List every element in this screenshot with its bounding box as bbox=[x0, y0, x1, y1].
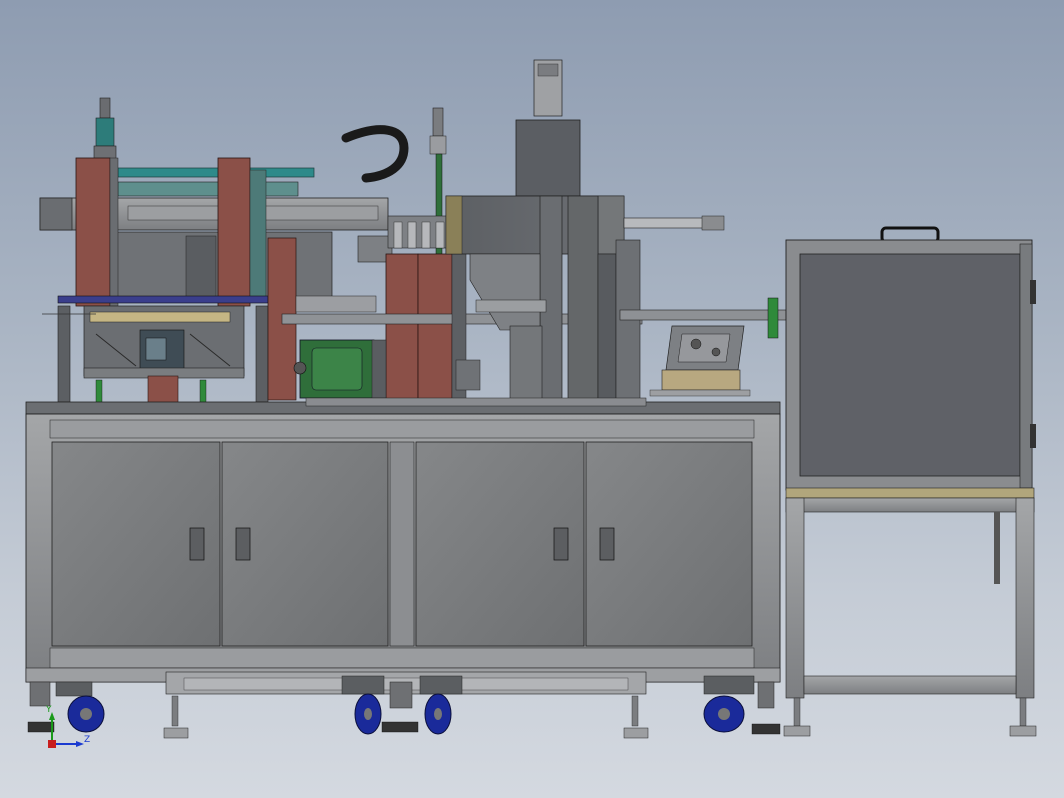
feeder-module bbox=[619, 297, 787, 397]
side-enclosure bbox=[783, 226, 1037, 737]
cable-chain bbox=[341, 125, 409, 183]
machine-assembly-drawing: Y Z bbox=[25, 59, 1037, 748]
casters bbox=[27, 675, 781, 739]
door-handle bbox=[599, 527, 615, 561]
main-cabinet bbox=[25, 397, 781, 695]
y-axis-label: Y bbox=[45, 705, 52, 715]
z-axis-label: Z bbox=[84, 735, 90, 745]
door-handle bbox=[235, 527, 251, 561]
z-axis-arrowhead bbox=[76, 741, 84, 747]
door-handle bbox=[189, 527, 205, 561]
cad-viewport[interactable]: Y Z bbox=[0, 0, 1064, 798]
triad-origin bbox=[48, 740, 56, 748]
door-handle bbox=[553, 527, 569, 561]
